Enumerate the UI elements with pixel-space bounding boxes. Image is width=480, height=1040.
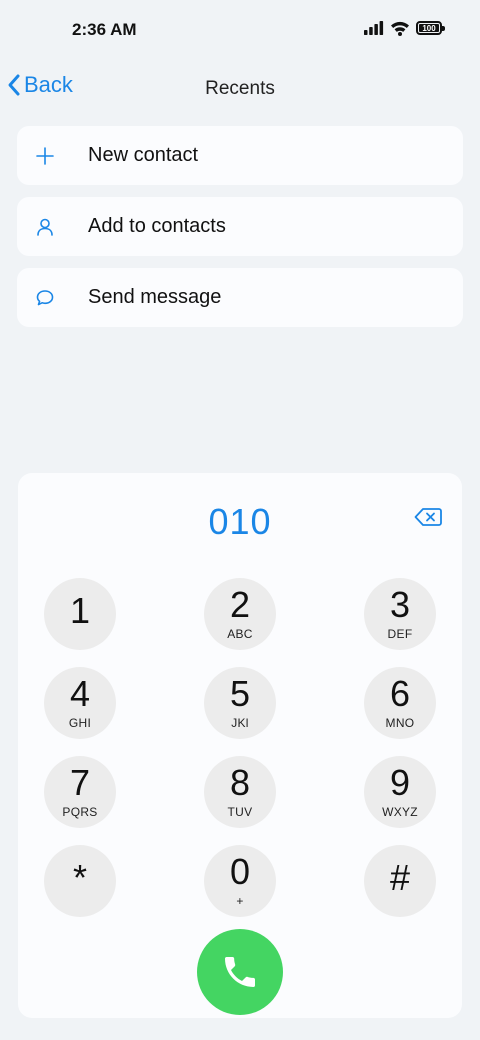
- key-letters: DEF: [387, 627, 413, 641]
- key-digit: 7: [69, 762, 91, 803]
- send-message-button[interactable]: Send message: [17, 268, 463, 327]
- phone-icon: [225, 957, 255, 987]
- status-time: 2:36 AM: [72, 20, 137, 39]
- new-contact-label: New contact: [88, 144, 199, 166]
- dialer-screen: 2:36 AM 100 Back Recents New contact Add…: [0, 0, 480, 1040]
- key-letters: +: [236, 894, 244, 908]
- add-to-contacts-label: Add to contacts: [88, 215, 226, 237]
- key-digit: 9: [389, 762, 411, 803]
- key-letters: MNO: [385, 716, 415, 730]
- key-8[interactable]: 8 TUV: [204, 756, 276, 828]
- key-digit: 1: [69, 590, 91, 631]
- key-letters: ABC: [227, 627, 253, 641]
- key-3[interactable]: 3 DEF: [364, 578, 436, 650]
- nav-bar: Back Recents: [0, 64, 480, 114]
- key-7[interactable]: 7 PQRS: [44, 756, 116, 828]
- key-6[interactable]: 6 MNO: [364, 667, 436, 739]
- send-message-label: Send message: [88, 286, 222, 308]
- key-digit: *: [72, 857, 87, 898]
- call-button[interactable]: [197, 929, 283, 1015]
- key-digit: 0: [229, 851, 251, 892]
- new-contact-button[interactable]: New contact: [17, 126, 463, 185]
- wifi-icon: [391, 21, 409, 36]
- key-letters: WXYZ: [382, 805, 418, 819]
- message-bubble-icon: [32, 285, 58, 311]
- key-hash[interactable]: #: [364, 845, 436, 917]
- person-icon: [32, 214, 58, 240]
- battery-icon: 100: [416, 21, 445, 35]
- key-0[interactable]: 0 +: [204, 845, 276, 917]
- key-digit: 3: [389, 584, 411, 625]
- status-icons: 100: [364, 20, 445, 36]
- key-4[interactable]: 4 GHI: [44, 667, 116, 739]
- key-letters: JKl: [231, 716, 249, 730]
- add-to-contacts-button[interactable]: Add to contacts: [17, 197, 463, 256]
- dialpad: 010 1 2 ABC 3 DEF 4 GHI 5 JKl 6 MNO 7 PQ…: [18, 473, 462, 1018]
- signal-icon: [364, 21, 384, 35]
- key-digit: 4: [69, 673, 91, 714]
- key-5[interactable]: 5 JKl: [204, 667, 276, 739]
- key-letters: PQRS: [62, 805, 98, 819]
- page-title: Recents: [205, 78, 275, 99]
- plus-icon: [32, 143, 58, 169]
- status-bar: 2:36 AM 100: [0, 0, 480, 60]
- key-1[interactable]: 1: [44, 578, 116, 650]
- key-digit: 5: [229, 673, 251, 714]
- backspace-button[interactable]: [414, 507, 442, 532]
- key-9[interactable]: 9 WXYZ: [364, 756, 436, 828]
- key-digit: 8: [229, 762, 251, 803]
- dialed-number: 010: [208, 501, 272, 542]
- key-digit: 2: [229, 584, 251, 625]
- backspace-icon: [414, 508, 442, 526]
- key-digit: 6: [389, 673, 411, 714]
- key-letters: GHI: [68, 716, 92, 730]
- key-2[interactable]: 2 ABC: [204, 578, 276, 650]
- key-star[interactable]: *: [44, 845, 116, 917]
- battery-percent: 100: [422, 23, 436, 33]
- key-letters: TUV: [227, 805, 253, 819]
- key-digit: #: [389, 857, 411, 898]
